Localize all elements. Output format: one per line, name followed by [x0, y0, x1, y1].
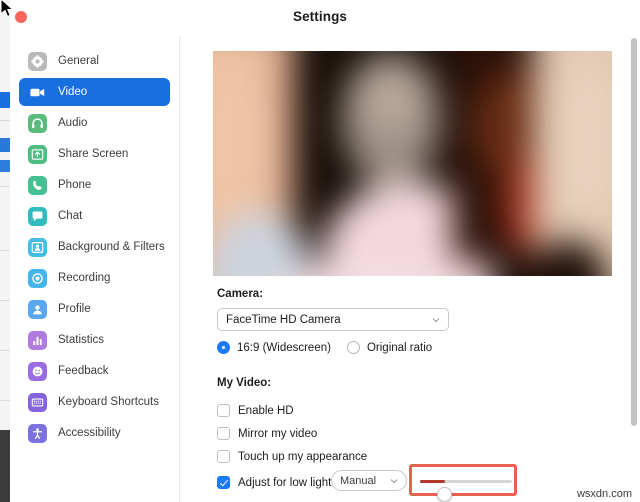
sidebar-item-label: Accessibility — [58, 427, 121, 439]
sidebar-item-chat[interactable]: Chat — [19, 202, 170, 230]
person-frame-icon — [28, 237, 47, 257]
checkbox-mirror-my-video-label: Mirror my video — [238, 427, 318, 440]
checkbox-row-touch-up-my-appearance[interactable]: Touch up my appearance — [217, 450, 367, 463]
checkbox-touch-up-my-appearance-label: Touch up my appearance — [238, 450, 368, 463]
smiley-face-icon — [28, 361, 47, 381]
low-light-mode-value: Manual — [340, 474, 377, 487]
sidebar-item-keyboard-shortcuts[interactable]: Keyboard Shortcuts — [19, 388, 170, 416]
sidebar-item-recording[interactable]: Recording — [19, 264, 170, 292]
person-icon — [28, 299, 47, 319]
video-preview — [213, 51, 612, 276]
sidebar-item-label: Phone — [58, 179, 92, 191]
accessibility-icon — [28, 423, 47, 443]
radio-original-ratio-label: Original ratio — [366, 341, 433, 354]
sidebar-item-statistics[interactable]: Statistics — [19, 326, 170, 354]
radio-widescreen-label: 16:9 (Widescreen) — [237, 341, 331, 354]
my-video-section-label: My Video: — [217, 377, 272, 389]
bar-chart-icon — [28, 330, 47, 350]
sidebar-item-label: Recording — [58, 272, 111, 284]
low-light-slider-thumb[interactable] — [437, 487, 453, 502]
camera-section-label: Camera: — [217, 288, 264, 300]
mouse-cursor-icon — [0, 0, 14, 18]
sidebar-item-label: Keyboard Shortcuts — [58, 396, 160, 408]
sidebar-item-label: Profile — [58, 303, 91, 315]
content-pane: Camera: FaceTime HD Camera 16:9 (Widescr… — [181, 36, 640, 502]
checkbox-row-mirror-my-video[interactable]: Mirror my video — [217, 427, 317, 440]
checkbox-enable-hd-label: Enable HD — [238, 404, 294, 417]
sidebar-item-general[interactable]: General — [19, 47, 170, 75]
sidebar-item-profile[interactable]: Profile — [19, 295, 170, 323]
phone-icon — [28, 175, 47, 195]
gear-icon — [28, 51, 47, 71]
radio-widescreen[interactable] — [217, 341, 230, 354]
checkbox-adjust-for-low-light[interactable] — [217, 476, 230, 489]
checkbox-adjust-for-low-light-label: Adjust for low light — [238, 476, 332, 489]
radio-original-ratio[interactable] — [346, 341, 360, 354]
chevron-down-icon — [390, 479, 398, 484]
chevron-down-icon — [432, 318, 440, 323]
video-preview-image — [213, 51, 612, 276]
sidebar-item-accessibility[interactable]: Accessibility — [19, 419, 170, 447]
checkbox-row-adjust-for-low-light[interactable]: Adjust for low light — [217, 476, 331, 489]
keyboard-icon — [28, 392, 47, 412]
sidebar-item-label: Share Screen — [58, 148, 129, 160]
sidebar-item-label: Chat — [58, 210, 83, 222]
scrollbar-track[interactable] — [630, 38, 638, 498]
watermark: wsxdn.com — [576, 488, 632, 500]
camera-select-value: FaceTime HD Camera — [226, 313, 341, 326]
sidebar-item-video[interactable]: Video — [19, 78, 170, 106]
checkbox-mirror-my-video[interactable] — [217, 427, 230, 440]
settings-window: Settings General Video Audio Share Screen Ph… — [10, 0, 640, 502]
scrollbar-thumb[interactable] — [631, 38, 637, 426]
share-screen-icon — [28, 144, 47, 164]
settings-window-root: Settings General Video Audio Share Screen Ph… — [0, 0, 640, 502]
low-light-slider-fill — [420, 480, 445, 483]
checkbox-enable-hd[interactable] — [217, 404, 230, 417]
camera-select[interactable]: FaceTime HD Camera — [217, 308, 449, 331]
low-light-slider-track[interactable] — [420, 480, 512, 502]
background-windows-strip — [0, 0, 10, 502]
sidebar-item-background-filters[interactable]: Background & Filters — [19, 233, 170, 261]
video-camera-icon — [28, 83, 47, 102]
sidebar-item-share-screen[interactable]: Share Screen — [19, 140, 170, 168]
window-title: Settings — [292, 9, 348, 24]
sidebar-item-label: Background & Filters — [58, 241, 165, 253]
low-light-slider-highlight — [409, 464, 517, 502]
sidebar-item-phone[interactable]: Phone — [19, 171, 170, 199]
aspect-ratio-group: 16:9 (Widescreen) Original ratio — [217, 341, 448, 354]
sidebar-item-label: General — [58, 55, 99, 67]
sidebar-item-label: Audio — [58, 117, 88, 129]
sidebar-item-label: Statistics — [58, 334, 105, 346]
sidebar: General Video Audio Share Screen Phone Chat Ba… — [10, 36, 180, 502]
headphones-icon — [28, 113, 47, 133]
sidebar-item-label: Feedback — [58, 365, 109, 377]
sidebar-item-feedback[interactable]: Feedback — [19, 357, 170, 385]
chat-bubble-icon — [28, 206, 47, 226]
checkbox-row-enable-hd[interactable]: Enable HD — [217, 404, 294, 417]
titlebar: Settings — [10, 0, 640, 37]
checkbox-touch-up-my-appearance[interactable] — [217, 450, 230, 463]
record-circle-icon — [28, 268, 47, 288]
sidebar-item-audio[interactable]: Audio — [19, 109, 170, 137]
sidebar-item-label: Video — [58, 86, 88, 98]
low-light-mode-select[interactable]: Manual — [331, 470, 407, 491]
